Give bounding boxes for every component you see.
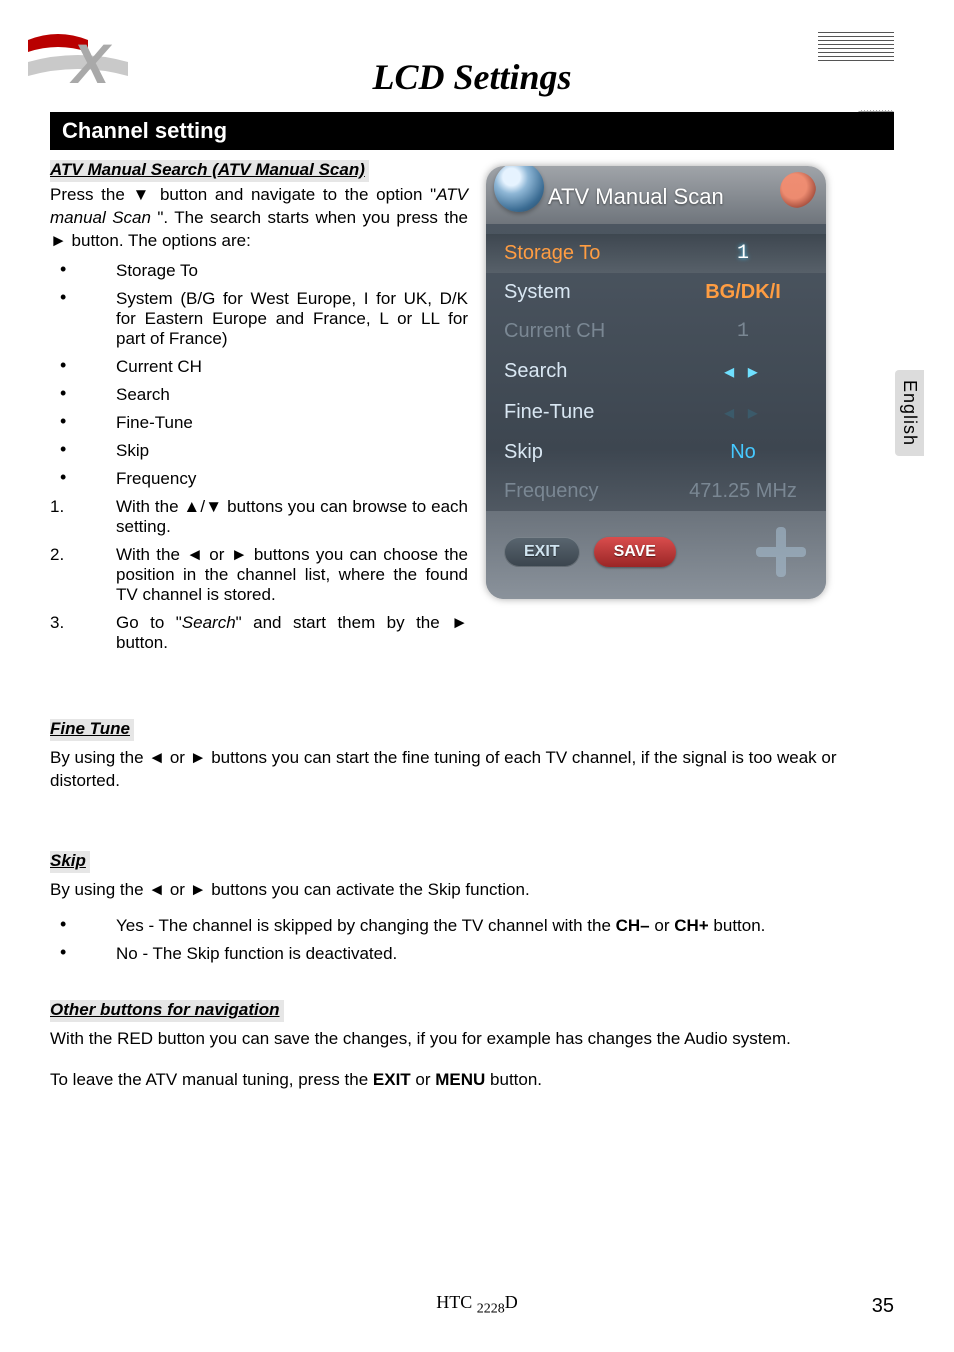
osd-row-system[interactable]: System BG/DK/I — [486, 273, 826, 312]
list-item: Skip — [50, 441, 468, 461]
subsection-other-heading: Other buttons for navigation — [50, 1000, 284, 1022]
header-decoration-block — [858, 110, 894, 136]
subsection-finetune-heading: Fine Tune — [50, 719, 134, 741]
list-item: No - The Skip function is deactivated. — [50, 944, 894, 964]
other-p1: With the RED button you can save the cha… — [50, 1028, 894, 1051]
header-art-icon — [780, 172, 816, 208]
dpad-icon — [754, 525, 808, 579]
footer-model: HTC 2228D — [0, 1292, 954, 1318]
globe-icon — [494, 166, 544, 212]
language-tab: English — [895, 370, 924, 456]
osd-screenshot: ATV Manual Scan Storage To 1 System BG/D… — [486, 166, 826, 599]
section-heading: Channel setting — [50, 112, 894, 150]
brand-logo: X — [28, 28, 128, 98]
subsection-atv-heading: ATV Manual Search (ATV Manual Scan) — [50, 160, 369, 182]
list-item: Search — [50, 385, 468, 405]
skip-list: Yes - The channel is skipped by changing… — [50, 916, 894, 964]
osd-row-skip[interactable]: Skip No — [486, 433, 826, 472]
list-item: System (B/G for West Europe, I for UK, D… — [50, 289, 468, 349]
page-number: 35 — [872, 1295, 894, 1318]
skip-text: By using the ◄ or ► buttons you can acti… — [50, 879, 894, 902]
atv-options-list: Storage To System (B/G for West Europe, … — [50, 261, 468, 489]
osd-row-frequency[interactable]: Frequency 471.25 MHz — [486, 472, 826, 511]
list-item: Yes - The channel is skipped by changing… — [50, 916, 894, 936]
osd-row-finetune[interactable]: Fine-Tune ◂ ▸ — [486, 392, 826, 433]
finetune-text: By using the ◄ or ► buttons you can star… — [50, 747, 894, 793]
list-item: Current CH — [50, 357, 468, 377]
other-p2: To leave the ATV manual tuning, press th… — [50, 1069, 894, 1092]
atv-steps-list: 1.With the ▲/▼ buttons you can browse to… — [50, 497, 468, 653]
list-item: 3.Go to "Search" and start them by the ►… — [50, 613, 468, 653]
osd-save-button[interactable]: SAVE — [594, 537, 676, 567]
list-item: 2.With the ◄ or ► buttons you can choose… — [50, 545, 468, 605]
osd-row-currentch[interactable]: Current CH 1 — [486, 312, 826, 351]
osd-title: ATV Manual Scan — [548, 184, 724, 209]
list-item: 1.With the ▲/▼ buttons you can browse to… — [50, 497, 468, 537]
list-item: Fine-Tune — [50, 413, 468, 433]
list-item: Frequency — [50, 469, 468, 489]
svg-text:X: X — [69, 32, 113, 95]
osd-row-storage[interactable]: Storage To 1 — [486, 234, 826, 273]
subsection-skip-heading: Skip — [50, 851, 90, 873]
list-item: Storage To — [50, 261, 468, 281]
osd-row-search[interactable]: Search ◂ ▸ — [486, 351, 826, 392]
page-title: LCD Settings — [50, 56, 894, 98]
header-decoration-lines — [818, 32, 894, 64]
atv-intro: Press the ▼ button and navigate to the o… — [50, 184, 468, 253]
osd-exit-button[interactable]: EXIT — [504, 537, 580, 567]
